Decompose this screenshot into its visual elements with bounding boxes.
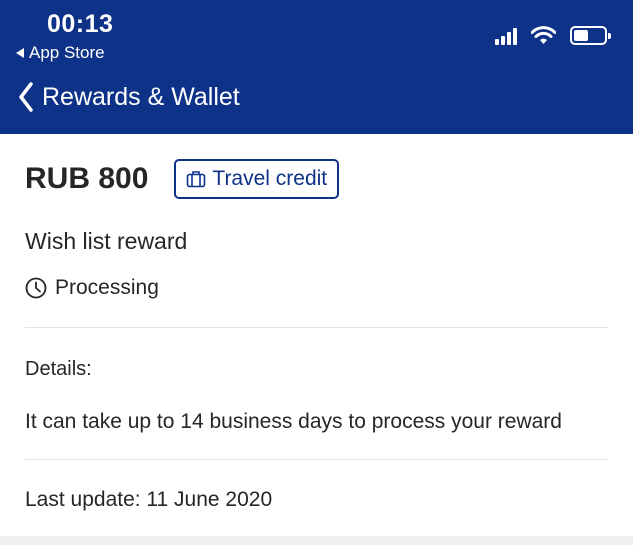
reward-detail: RUB 800 Travel credit Wish list reward P… — [0, 134, 633, 545]
divider — [25, 459, 608, 460]
nav-back-button[interactable]: Rewards & Wallet — [18, 82, 240, 112]
reward-amount: RUB 800 — [25, 162, 149, 195]
details-text: It can take up to 14 business days to pr… — [25, 410, 562, 433]
status-text: Processing — [55, 276, 159, 299]
clock-icon — [25, 277, 47, 299]
status-row: Processing — [25, 276, 159, 300]
chevron-left-icon — [19, 82, 33, 112]
page-title: Rewards & Wallet — [42, 82, 240, 111]
status-icons — [495, 26, 611, 45]
amount-row: RUB 800 Travel credit — [25, 159, 340, 199]
back-to-app-store[interactable]: App Store — [16, 43, 105, 63]
app-header: 00:13 App Store Rewards & Wallet — [0, 0, 633, 134]
status-time: 00:13 — [47, 10, 114, 38]
signal-icon — [495, 27, 517, 45]
reward-name: Wish list reward — [25, 228, 188, 254]
travel-credit-badge: Travel credit — [174, 159, 340, 199]
divider — [25, 327, 608, 328]
back-triangle-icon — [16, 48, 24, 58]
last-update: Last update: 11 June 2020 — [25, 488, 273, 511]
battery-icon — [570, 26, 611, 45]
bottom-band — [0, 536, 633, 545]
back-app-label: App Store — [29, 43, 105, 62]
badge-label: Travel credit — [212, 167, 328, 190]
wifi-icon — [531, 26, 556, 44]
details-label: Details: — [25, 358, 92, 380]
suitcase-icon — [187, 171, 206, 188]
